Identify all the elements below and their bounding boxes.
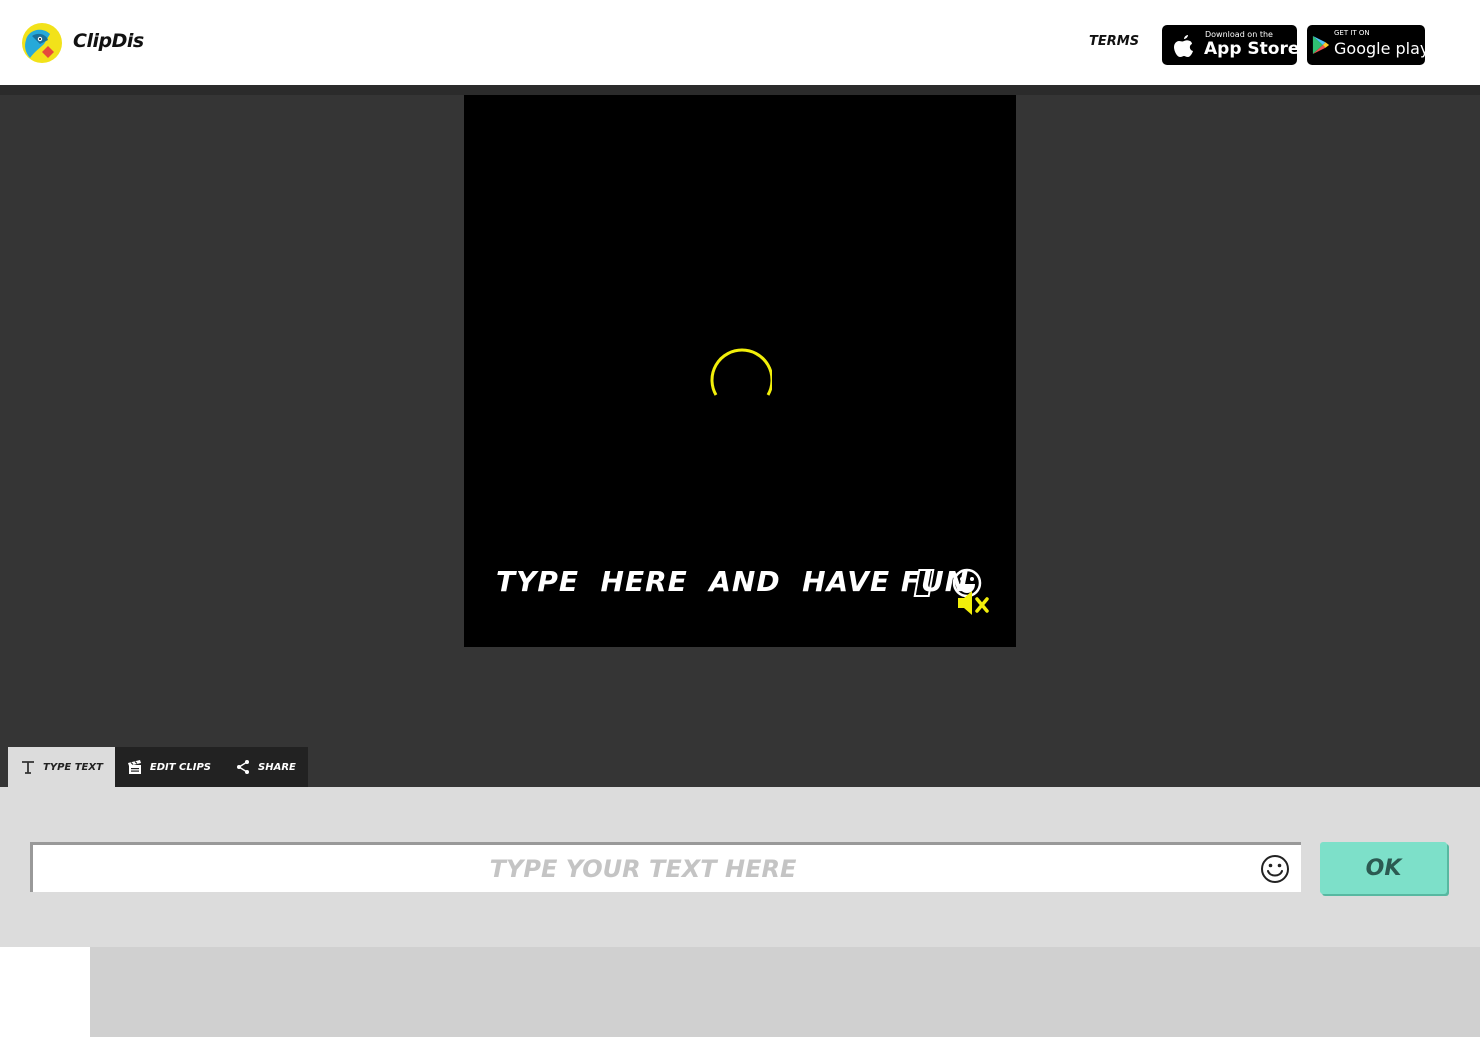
caption-text-input[interactable]	[33, 845, 1253, 892]
app-store-small-text: Download on the	[1205, 30, 1273, 39]
bottom-content-area	[90, 947, 1480, 1037]
emoji-picker-icon[interactable]	[1259, 853, 1291, 885]
google-play-icon	[1312, 36, 1330, 54]
text-icon	[22, 761, 34, 774]
clapperboard-icon	[127, 760, 141, 774]
app-store-button[interactable]: Download on the App Store	[1162, 25, 1300, 65]
tab-share-label: SHARE	[258, 761, 296, 773]
text-input-panel: OK	[0, 787, 1480, 947]
text-input-container	[30, 842, 1301, 892]
tab-edit-clips-label: EDIT CLIPS	[149, 761, 212, 773]
bottom-left-blank	[0, 947, 90, 1037]
video-caption: TYPE HERE AND HAVE FUN	[496, 565, 970, 598]
clipdis-logo-icon[interactable]	[20, 22, 64, 64]
google-play-button[interactable]: GET IT ON Google play	[1307, 25, 1429, 65]
tab-share[interactable]: SHARE	[223, 747, 308, 787]
editor-divider	[0, 85, 1480, 95]
editor-area: TYPE HERE AND HAVE FUN TYPE TEXT EDIT CL…	[0, 85, 1480, 787]
google-play-big-text: Google play	[1334, 39, 1430, 58]
brand-name[interactable]: ClipDis	[73, 30, 144, 52]
ok-button[interactable]: OK	[1320, 842, 1447, 894]
video-preview[interactable]: TYPE HERE AND HAVE FUN	[464, 95, 1016, 647]
mute-icon[interactable]	[956, 589, 994, 617]
apple-icon	[1174, 35, 1193, 57]
terms-link[interactable]: TERMS	[1089, 34, 1139, 49]
tab-type-text-label: TYPE TEXT	[43, 761, 103, 773]
tab-edit-clips[interactable]: EDIT CLIPS	[114, 747, 224, 787]
tab-type-text[interactable]: TYPE TEXT	[8, 747, 115, 787]
google-play-small-text: GET IT ON	[1334, 29, 1370, 37]
share-icon	[237, 760, 250, 774]
top-header: ClipDis TERMS Download on the App Store …	[0, 0, 1480, 85]
loading-spinner-icon	[710, 348, 772, 396]
app-store-big-text: App Store	[1204, 39, 1300, 59]
editor-tabs: TYPE TEXT EDIT CLIPS SHARE	[8, 747, 308, 787]
